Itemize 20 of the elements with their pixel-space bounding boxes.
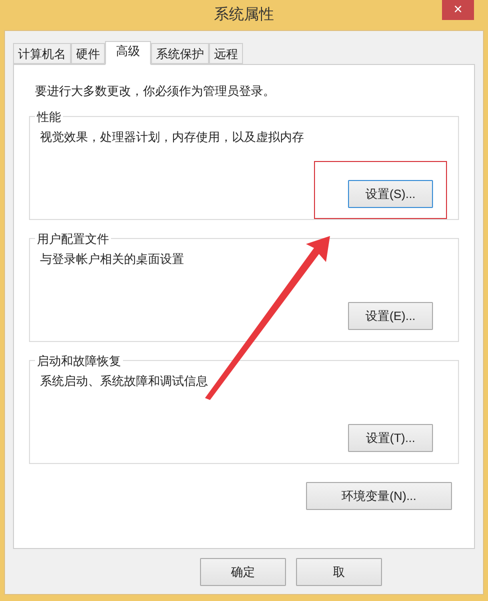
group-title: 用户配置文件	[35, 230, 111, 248]
group-description: 视觉效果，处理器计划，内存使用，以及虚拟内存	[40, 129, 305, 146]
dialog-button[interactable]: 确定	[200, 558, 286, 586]
group-title: 性能	[35, 108, 63, 126]
close-button[interactable]: ×	[442, 0, 474, 20]
tab[interactable]: 硬件	[71, 43, 105, 64]
group-title: 启动和故障恢复	[35, 352, 123, 370]
tab[interactable]: 高级	[105, 41, 151, 65]
tab[interactable]: 计算机名	[13, 43, 71, 64]
dialog-button[interactable]: 取	[296, 558, 382, 586]
settings-button[interactable]: 设置(T)...	[348, 424, 433, 452]
environment-variables-button[interactable]: 环境变量(N)...	[306, 482, 452, 510]
group-description: 与登录帐户相关的桌面设置	[40, 251, 185, 268]
notice-text: 要进行大多数更改，你必须作为管理员登录。	[35, 83, 276, 100]
settings-button[interactable]: 设置(E)...	[348, 302, 433, 330]
group-description: 系统启动、系统故障和调试信息	[40, 373, 209, 390]
settings-button[interactable]: 设置(S)...	[348, 180, 433, 208]
tab[interactable]: 系统保护	[151, 43, 209, 64]
window-title: 系统属性	[214, 4, 274, 25]
tab[interactable]: 远程	[209, 43, 243, 64]
